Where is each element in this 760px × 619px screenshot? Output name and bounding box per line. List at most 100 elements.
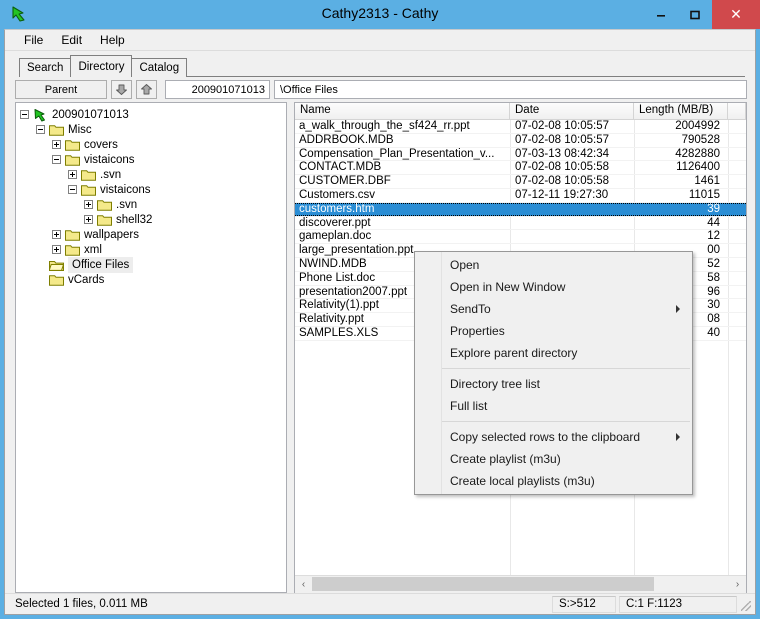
parent-button[interactable]: Parent: [15, 80, 107, 99]
tree-collapse-icon[interactable]: [36, 125, 45, 134]
cell-rest: [728, 286, 746, 299]
scroll-track[interactable]: [312, 575, 729, 593]
tree-expand-icon[interactable]: [68, 170, 77, 179]
tree-expand-icon[interactable]: [84, 215, 93, 224]
horizontal-scrollbar[interactable]: ‹ ›: [295, 575, 746, 593]
context-menu-item[interactable]: Directory tree list: [415, 373, 692, 395]
tree-node-label: vistaicons: [100, 183, 151, 196]
tree-node[interactable]: 200901071013: [20, 107, 286, 122]
tree-node[interactable]: wallpapers: [20, 227, 286, 242]
cell-rest: [728, 327, 746, 340]
directory-tree-pane[interactable]: 200901071013 Misc covers vistaicons .svn vist…: [15, 102, 287, 593]
tree-node[interactable]: Misc: [20, 122, 286, 137]
tree-node[interactable]: vistaicons: [20, 152, 286, 167]
submenu-arrow-icon: [676, 305, 680, 313]
folder-icon: [65, 154, 80, 166]
context-menu-item[interactable]: Open in New Window: [415, 276, 692, 298]
table-row[interactable]: CUSTOMER.DBF 07-02-08 10:05:58 1461: [295, 175, 746, 189]
minimize-button[interactable]: [644, 0, 678, 29]
tab-catalog[interactable]: Catalog: [131, 58, 188, 77]
tree-node[interactable]: covers: [20, 137, 286, 152]
tree-expand-icon[interactable]: [52, 230, 61, 239]
cell-len: 1126400: [676, 161, 720, 174]
resize-grip-icon[interactable]: [739, 596, 753, 613]
menu-edit[interactable]: Edit: [52, 31, 91, 49]
tree-node-label: shell32: [116, 213, 153, 226]
tree-node[interactable]: .svn: [20, 167, 286, 182]
table-row[interactable]: Customers.csv 07-12-11 19:27:30 11015: [295, 189, 746, 203]
menu-file[interactable]: File: [15, 31, 52, 49]
context-menu-item-label: Create local playlists (m3u): [450, 474, 595, 488]
table-row[interactable]: Compensation_Plan_Presentation_v... 07-03…: [295, 148, 746, 162]
tree-expand-icon[interactable]: [52, 245, 61, 254]
folder-icon: [49, 124, 64, 136]
context-menu-item[interactable]: Full list: [415, 395, 692, 417]
tree-node[interactable]: .svn: [20, 197, 286, 212]
status-selection-text: Selected 1 files, 0.011 MB: [15, 598, 148, 610]
cell-date: [510, 230, 634, 243]
tree-collapse-icon[interactable]: [20, 110, 29, 119]
column-header-name[interactable]: Name: [295, 103, 510, 119]
tree-node-label: vistaicons: [84, 153, 135, 166]
scroll-right-arrow-icon[interactable]: ›: [729, 575, 746, 593]
tree-node[interactable]: Office Files: [20, 256, 286, 273]
folder-icon: [81, 169, 96, 181]
tree-collapse-icon[interactable]: [68, 185, 77, 194]
column-header-blank[interactable]: [728, 103, 746, 119]
tree-collapse-icon[interactable]: [52, 155, 61, 164]
context-menu-item-label: Explore parent directory: [450, 346, 578, 360]
cell-date: 07-02-08 10:05:57: [515, 133, 609, 146]
menu-help[interactable]: Help: [91, 31, 134, 49]
cell-name: CUSTOMER.DBF: [299, 175, 391, 188]
table-row[interactable]: CONTACT.MDB 07-02-08 10:05:58 1126400: [295, 161, 746, 176]
directory-toolbar: Parent 200901071013 \Office Files: [5, 77, 755, 102]
context-menu-item[interactable]: Open: [415, 254, 692, 276]
context-menu-item[interactable]: Properties: [415, 320, 692, 342]
tree-node[interactable]: shell32: [20, 212, 286, 227]
volume-id-field[interactable]: 200901071013: [165, 80, 270, 99]
table-row[interactable]: discoverer.ppt 44: [295, 217, 746, 231]
context-menu-separator: [442, 368, 690, 369]
table-row[interactable]: gameplan.doc 12: [295, 230, 746, 245]
cell-name: customers.htm: [295, 202, 510, 216]
table-row[interactable]: ADDRBOOK.MDB 07-02-08 10:05:57 790528: [295, 134, 746, 148]
folder-icon: [97, 199, 112, 211]
tree-expand-icon[interactable]: [52, 140, 61, 149]
arrow-down-icon[interactable]: [111, 80, 132, 99]
scroll-thumb[interactable]: [312, 576, 654, 591]
folder-icon: [65, 244, 80, 256]
status-sector-size: S:>512: [552, 595, 616, 613]
column-header-date[interactable]: Date: [510, 103, 634, 119]
tree-node[interactable]: xml: [20, 242, 286, 257]
cell-date: 07-02-08 10:05:58: [515, 161, 609, 174]
path-field[interactable]: \Office Files: [274, 80, 747, 99]
context-menu-item[interactable]: Create playlist (m3u): [415, 448, 692, 470]
tab-search[interactable]: Search: [19, 58, 72, 77]
cell-len: 4282880: [675, 147, 720, 160]
close-button[interactable]: ✕: [712, 0, 760, 29]
folder-icon: [97, 214, 112, 226]
cell-rest: [728, 175, 746, 188]
scroll-left-arrow-icon[interactable]: ‹: [295, 575, 312, 593]
cell-name: Customers.csv: [299, 188, 376, 201]
context-menu-item[interactable]: Explore parent directory: [415, 342, 692, 364]
tree-node-label: xml: [84, 243, 102, 256]
cell-name: gameplan.doc: [299, 230, 372, 243]
context-menu-item[interactable]: Create local playlists (m3u): [415, 470, 692, 492]
table-row[interactable]: a_walk_through_the_sf424_rr.ppt 07-02-08 …: [295, 120, 746, 134]
context-menu-item[interactable]: SendTo: [415, 298, 692, 320]
tree-node[interactable]: vCards: [20, 272, 286, 287]
cell-len: 12: [707, 230, 720, 243]
table-row[interactable]: customers.htm 39: [295, 202, 746, 217]
tab-directory[interactable]: Directory: [70, 55, 133, 77]
tab-strip: Search Directory Catalog: [5, 51, 755, 77]
arrow-up-icon[interactable]: [136, 80, 157, 99]
context-menu-item[interactable]: Copy selected rows to the clipboard: [415, 426, 692, 448]
maximize-button[interactable]: [678, 0, 712, 29]
tree-expand-icon[interactable]: [84, 200, 93, 209]
cell-rest: [728, 258, 746, 271]
file-context-menu[interactable]: Open Open in New Window SendTo Properties Ex…: [414, 251, 693, 495]
tree-node[interactable]: vistaicons: [20, 182, 286, 197]
column-header-length[interactable]: Length (MB/B): [634, 103, 728, 119]
